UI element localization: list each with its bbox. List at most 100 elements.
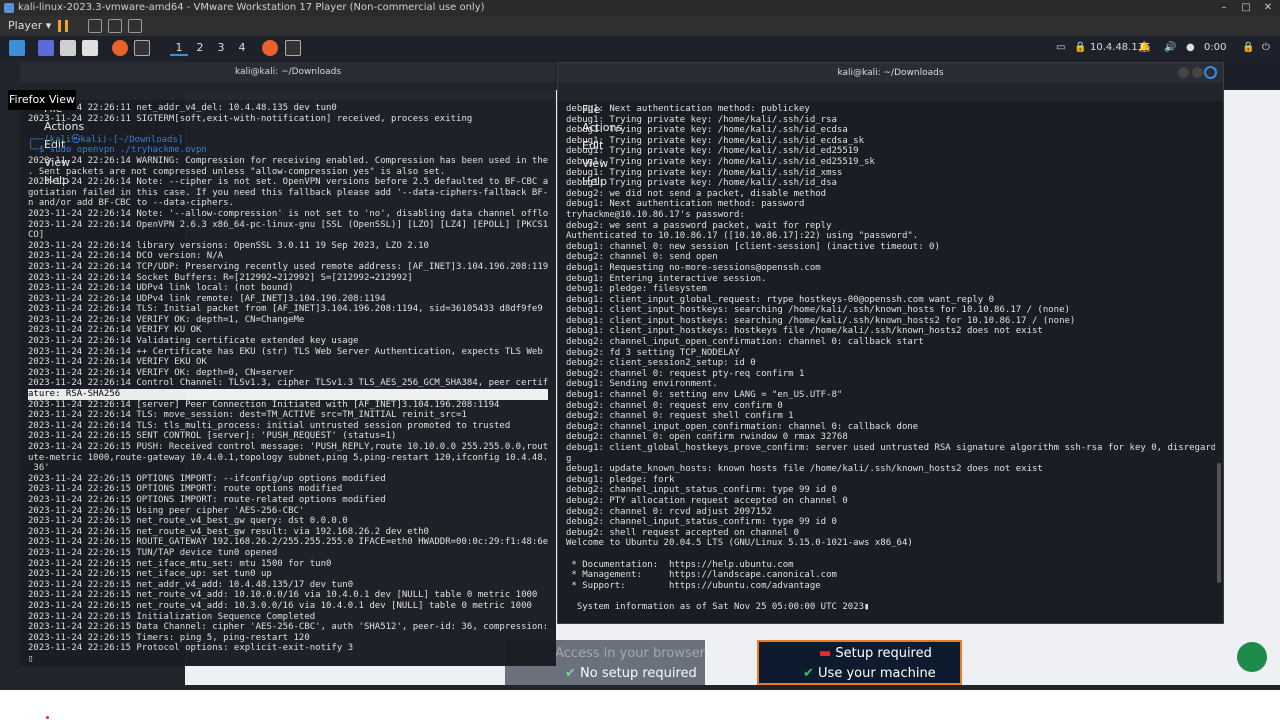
kali-menu-icon[interactable]	[9, 40, 25, 56]
terminal-line: 2023-11-24 22:26:14 VERIFY OK: depth=1, …	[28, 314, 305, 325]
terminal-line: 2023-11-24 22:26:15 net_route_v4_add: 10…	[28, 590, 538, 601]
terminal-line: 2023-11-24 22:26:14 TLS: Initial packet …	[28, 304, 543, 315]
show-desktop-icon[interactable]	[38, 40, 54, 56]
terminal-line: debug1: Requesting no-more-sessions@open…	[566, 262, 821, 273]
terminal-task-icon[interactable]	[285, 40, 301, 56]
terminal-line: 2023-11-24 22:26:14 library versions: Op…	[28, 240, 429, 251]
maximize-button[interactable]: □	[1236, 0, 1256, 16]
terminal-line: debug2: shell request accepted on channe…	[566, 527, 799, 538]
terminal-line: debug1: Trying private key: /home/kali/.…	[566, 178, 837, 189]
firefox-task-icon[interactable]	[262, 40, 278, 56]
no-setup-label: ✔ No setup required	[565, 666, 697, 681]
terminal-line: debug1: Trying private key: /home/kali/.…	[566, 135, 865, 146]
terminal-line: debug2: channel 0: request pty-req confi…	[566, 368, 805, 379]
ssh-terminal[interactable]: kali@kali: ~/Downloads File Actions Edit…	[557, 62, 1224, 624]
terminal-line: 2023-11-24 22:26:15 ROUTE_GATEWAY 192.16…	[28, 537, 548, 548]
close-button[interactable]: ✕	[1258, 0, 1278, 16]
terminal-line: 2023-11-24 22:26:15 SENT CONTROL [server…	[28, 431, 397, 442]
lock-screen-icon[interactable]: 🔒	[1242, 36, 1254, 60]
vm-toolbar: Player ▾	[0, 16, 1280, 36]
host-taskbar	[0, 690, 1280, 722]
terminal-line: 2023-11-24 22:26:14 Socket Buffers: R=[2…	[28, 272, 413, 283]
terminal-line: tryhackme@10.10.86.17's password:	[566, 209, 745, 220]
fit-guest-icon[interactable]	[108, 19, 122, 33]
terminal-line: 2023-11-24 22:26:14 WARNING: Compression…	[28, 155, 548, 166]
terminal-line: CO]	[28, 230, 45, 241]
firefox-icon[interactable]	[112, 40, 128, 56]
terminal-line: ▯	[28, 653, 34, 664]
text-editor-icon[interactable]	[82, 40, 98, 56]
terminal-line: debug1: pledge: filesystem	[566, 284, 707, 295]
terminal-line: 2023-11-24 22:26:15 net_addr_v4_add: 10.…	[28, 579, 354, 590]
terminal-line: 2023-11-24 22:26:11 net_addr_v4_del: 10.…	[28, 103, 337, 113]
terminal-line: debug2: fd 3 setting TCP_NODELAY	[566, 347, 740, 358]
status-dot	[46, 716, 49, 719]
left-terminal-output: 2023-11-24 22:26:11 net_addr_v4_del: 10.…	[28, 103, 548, 666]
terminal-line: 2023-11-24 22:26:15 TUN/TAP device tun0 …	[28, 547, 278, 558]
pause-icon[interactable]	[58, 20, 68, 32]
scrollbar[interactable]	[1217, 463, 1221, 583]
terminal-line: 2023-11-24 22:26:15 net_route_v4_best_gw…	[28, 526, 429, 537]
terminal-line: 2023-11-24 22:26:14 Validating certifica…	[28, 336, 359, 347]
terminal-line: debug2: channel 0: send open	[566, 252, 718, 263]
clock: 0:00	[1204, 42, 1227, 53]
machine-option-card[interactable]: ▬ Setup required ✔ Use your machine	[757, 640, 962, 685]
terminal-line: debug2: channel_input_status_confirm: ty…	[566, 485, 837, 496]
fullscreen-icon[interactable]	[128, 19, 142, 33]
openvpn-terminal[interactable]: kali@kali: ~/Downloads File Actions Edit…	[20, 62, 556, 666]
terminal-line: 36'	[28, 463, 50, 474]
terminal-line: debug1: client_input_hostkeys: hostkeys …	[566, 326, 1043, 337]
send-ctrl-alt-del-icon[interactable]	[88, 19, 102, 33]
terminal-line: ute-metric 1000,route-gateway 10.4.0.1,t…	[28, 452, 548, 463]
workspace-3[interactable]: 3	[212, 40, 230, 56]
terminal-line: debug2: PTY allocation request accepted …	[566, 495, 848, 506]
workspace-2[interactable]: 2	[191, 40, 209, 56]
player-menu[interactable]: Player ▾	[8, 16, 51, 36]
chat-icon[interactable]	[1237, 642, 1267, 672]
vm-title: kali-linux-2023.3-vmware-amd64 - VMware …	[18, 2, 485, 13]
terminal-line: g	[566, 453, 572, 464]
logout-icon[interactable]: ⏻	[1262, 36, 1270, 60]
terminal-line: 2023-11-24 22:26:14 TCP/UDP: Preserving …	[28, 261, 548, 272]
terminal-line: debug1: Sending environment.	[566, 379, 718, 390]
terminal-maximize-button[interactable]	[1192, 67, 1203, 78]
display-icon[interactable]: ▭	[1056, 36, 1065, 60]
right-terminal-title: kali@kali: ~/Downloads	[558, 63, 1223, 83]
workspace-4[interactable]: 4	[233, 40, 251, 56]
power-status-icon[interactable]: ●	[1186, 36, 1195, 60]
minimize-button[interactable]: –	[1214, 0, 1234, 16]
terminal-line: 2023-11-24 22:26:15 Initialization Seque…	[28, 611, 316, 622]
right-terminal-menubar: File Actions Edit View Help	[558, 83, 1223, 188]
terminal-line: debug2: we sent a password packet, wait …	[566, 220, 832, 231]
terminal-line: debug2: channel 0: rcvd adjust 2097152	[566, 506, 772, 517]
terminal-line: 2023-11-24 22:26:14 VERIFY OK: depth=0, …	[28, 367, 294, 378]
terminal-line: debug1: Trying private key: /home/kali/.…	[566, 125, 848, 136]
terminal-line: debug2: channel_input_open_confirmation:…	[566, 421, 919, 432]
terminal-line: debug2: channel 0: request shell confirm…	[566, 411, 794, 422]
bell-icon[interactable]: 🔔	[1138, 36, 1150, 60]
terminal-line: debug1: client_global_hostkeys_prove_con…	[566, 443, 1215, 453]
terminal-line: debug1: client_input_global_request: rty…	[566, 294, 995, 305]
terminal-close-button[interactable]	[1204, 66, 1217, 79]
file-manager-icon[interactable]	[60, 40, 76, 56]
vm-title-bar: kali-linux-2023.3-vmware-amd64 - VMware …	[0, 0, 1280, 16]
terminal-line: 2023-11-24 22:26:14 [server] Peer Connec…	[28, 399, 500, 410]
terminal-line: 2023-11-24 22:26:15 net_iface_up: set tu…	[28, 569, 272, 580]
terminal-line: . Sent packets are not compressed unless…	[28, 166, 446, 177]
terminal-line: Welcome to Ubuntu 20.04.5 LTS (GNU/Linux…	[566, 538, 913, 549]
terminal-line: debug1: Entering interactive session.	[566, 273, 767, 284]
terminal-line: debug2: we did not send a packet, disabl…	[566, 188, 827, 199]
terminal-line: 2023-11-24 22:26:15 Data Channel: cipher…	[28, 622, 548, 633]
terminal-line: 2023-11-24 22:26:14 ++ Certificate has E…	[28, 346, 548, 357]
terminal-line: 2023-11-24 22:26:14 VERIFY EKU OK	[28, 357, 207, 368]
terminal-minimize-button[interactable]	[1178, 67, 1189, 78]
volume-icon[interactable]: 🔊	[1164, 36, 1176, 60]
terminal-line: debug1: channel 0: setting env LANG = "e…	[566, 390, 843, 401]
terminal-line: n and/or add BF-CBC to --data-ciphers.	[28, 198, 234, 209]
terminal-line: 2023-11-24 22:26:14 Note: --cipher is no…	[28, 177, 548, 188]
terminal-line: debug2: channel_input_status_confirm: ty…	[566, 517, 837, 528]
terminal-icon[interactable]	[134, 40, 150, 56]
workspace-1[interactable]: 1	[170, 40, 188, 56]
